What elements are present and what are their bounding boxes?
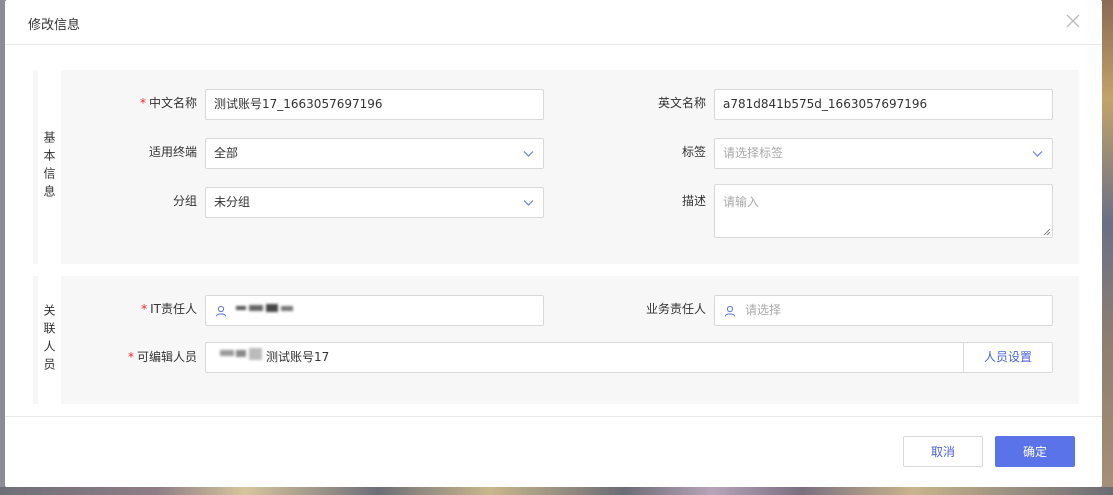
chevron-down-icon <box>1032 151 1043 157</box>
biz-owner-label: 业务责任人 <box>645 302 706 316</box>
editors-field[interactable]: 测试账号17 人员设置 <box>205 342 1053 373</box>
confirm-button[interactable]: 确定 <box>995 436 1075 467</box>
en-name-label: 英文名称 <box>657 96 706 110</box>
en-name-input[interactable]: a781d841b575d_1663057697196 <box>714 89 1053 120</box>
desc-label: 描述 <box>681 194 706 208</box>
resize-grip-icon[interactable] <box>1043 228 1051 236</box>
user-icon <box>215 305 227 317</box>
person-settings-button[interactable]: 人员设置 <box>963 343 1052 372</box>
footer-divider <box>5 416 1102 417</box>
tags-label: 标签 <box>681 145 706 159</box>
user-icon <box>724 305 736 317</box>
desc-textarea[interactable]: 请输入 <box>714 184 1053 238</box>
required-mark: * <box>139 96 146 110</box>
it-owner-redacted-name <box>236 296 298 325</box>
related-people-section-label: 关联人员 <box>38 276 61 404</box>
group-value: 未分组 <box>214 195 251 209</box>
required-mark: * <box>141 302 148 316</box>
required-mark: * <box>127 350 134 364</box>
chevron-down-icon <box>523 151 534 157</box>
close-icon[interactable] <box>1066 14 1080 28</box>
tags-select[interactable]: 请选择标签 <box>714 138 1053 169</box>
basic-info-section-label: 基本信息 <box>38 70 61 264</box>
dialog-header: 修改信息 <box>5 0 1102 45</box>
biz-owner-picker[interactable]: 请选择 <box>714 295 1053 326</box>
edit-info-dialog: 修改信息 基本信息 * 中文名称 测试账号17_1663057697196 英文名… <box>5 0 1102 487</box>
cn-name-input[interactable]: 测试账号17_1663057697196 <box>205 89 544 120</box>
editors-redacted-names <box>214 343 266 372</box>
editors-value: 测试账号17 <box>266 350 330 364</box>
cn-name-value: 测试账号17_1663057697196 <box>214 97 383 111</box>
chevron-down-icon <box>523 200 534 206</box>
biz-owner-placeholder: 请选择 <box>745 303 782 317</box>
it-owner-picker[interactable] <box>205 295 544 326</box>
editors-label: * 可编辑人员 <box>127 350 197 364</box>
terminal-select[interactable]: 全部 <box>205 138 544 169</box>
en-name-value: a781d841b575d_1663057697196 <box>723 97 928 111</box>
it-owner-label: * IT责任人 <box>141 302 197 316</box>
terminal-value: 全部 <box>214 146 239 160</box>
cancel-button[interactable]: 取消 <box>903 436 983 467</box>
group-select[interactable]: 未分组 <box>205 187 544 218</box>
tags-placeholder: 请选择标签 <box>723 146 784 160</box>
terminal-label: 适用终端 <box>148 145 197 159</box>
dialog-title: 修改信息 <box>28 18 81 33</box>
cn-name-label: * 中文名称 <box>139 96 197 110</box>
desc-placeholder: 请输入 <box>723 195 760 209</box>
group-label: 分组 <box>172 194 197 208</box>
backdrop-right-edge <box>1101 0 1113 495</box>
backdrop-bottom-strip <box>0 487 1113 495</box>
